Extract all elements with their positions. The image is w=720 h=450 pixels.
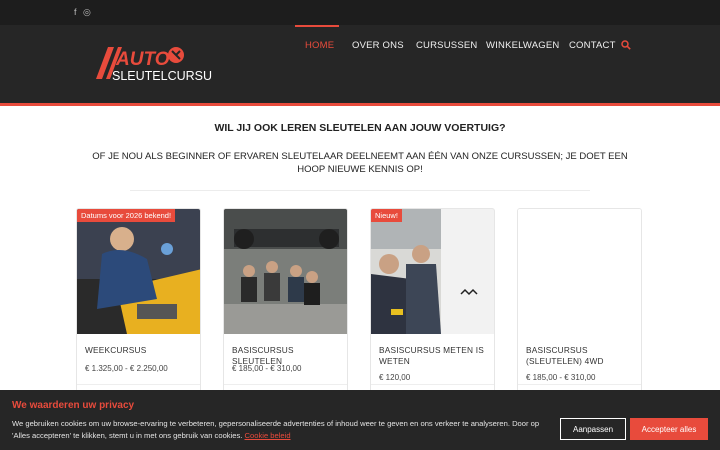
nav-winkelwagen[interactable]: WINKELWAGEN xyxy=(486,40,559,51)
card-footer-line xyxy=(224,384,347,385)
product-card-basiscursus-4wd[interactable]: BASISCURSUS (SLEUTELEN) 4WD € 185,00 - €… xyxy=(517,208,642,398)
customize-button[interactable]: Aanpassen xyxy=(560,418,626,440)
cookie-title: We waarderen uw privacy xyxy=(12,400,135,411)
instagram-icon[interactable]: ◎ xyxy=(83,7,91,18)
product-title[interactable]: BASISCURSUS (SLEUTELEN) 4WD xyxy=(526,345,638,367)
product-image xyxy=(77,209,200,334)
site-logo[interactable]: AUTO SLEUTELCURSUS xyxy=(92,43,220,83)
product-image xyxy=(224,209,347,334)
logo-line1: AUTO xyxy=(115,49,170,70)
cookie-policy-link[interactable]: Cookie beleid xyxy=(245,431,291,440)
product-price: € 185,00 - € 310,00 xyxy=(232,364,302,373)
product-card-basiscursus-meten[interactable]: Nieuw! BASISCURSUS METEN IS WETEN € 120,… xyxy=(370,208,495,398)
nav-home[interactable]: HOME xyxy=(305,40,334,51)
product-title[interactable]: WEEKCURSUS xyxy=(85,345,197,356)
nav-active-indicator xyxy=(295,25,339,27)
nav-cursussen[interactable]: CURSUSSEN xyxy=(416,40,477,51)
facebook-icon[interactable]: f xyxy=(74,7,77,17)
top-bar: f ◎ xyxy=(0,0,720,25)
intro-text: OF JE NOU ALS BEGINNER OF ERVAREN SLEUTE… xyxy=(92,151,628,175)
product-price: € 185,00 - € 310,00 xyxy=(526,373,596,382)
product-badge: Nieuw! xyxy=(371,209,402,222)
card-footer-line xyxy=(371,384,494,385)
product-image xyxy=(518,209,641,334)
search-icon[interactable] xyxy=(621,40,631,50)
nav-contact[interactable]: CONTACT xyxy=(569,40,616,51)
intro-heading: WIL JIJ OOK LEREN SLEUTELEN AAN JOUW VOE… xyxy=(214,122,506,134)
cookie-text: We gebruiken cookies om uw browse-ervari… xyxy=(12,418,552,442)
product-card-basiscursus-sleutelen[interactable]: BASISCURSUS SLEUTELEN € 185,00 - € 310,0… xyxy=(223,208,348,398)
product-badge: Datums voor 2026 bekend! xyxy=(77,209,176,222)
card-footer-line xyxy=(77,384,200,385)
accept-all-button[interactable]: Accepteer alles xyxy=(630,418,708,440)
product-price: € 120,00 xyxy=(379,373,411,382)
header-accent-line xyxy=(0,103,720,106)
cookie-banner: We waarderen uw privacy We gebruiken coo… xyxy=(0,390,720,450)
nav-over-ons[interactable]: OVER ONS xyxy=(352,40,404,51)
logo-line2: SLEUTELCURSUS xyxy=(112,69,212,83)
card-footer-line xyxy=(518,384,641,385)
product-image xyxy=(371,209,494,334)
product-card-weekcursus[interactable]: Datums voor 2026 bekend! WEEKCURSUS € 1.… xyxy=(76,208,201,398)
logo-graphic: AUTO SLEUTELCURSUS xyxy=(96,47,220,83)
section-divider xyxy=(130,190,590,191)
product-title[interactable]: BASISCURSUS METEN IS WETEN xyxy=(379,345,491,367)
product-price: € 1.325,00 - € 2.250,00 xyxy=(85,364,168,373)
